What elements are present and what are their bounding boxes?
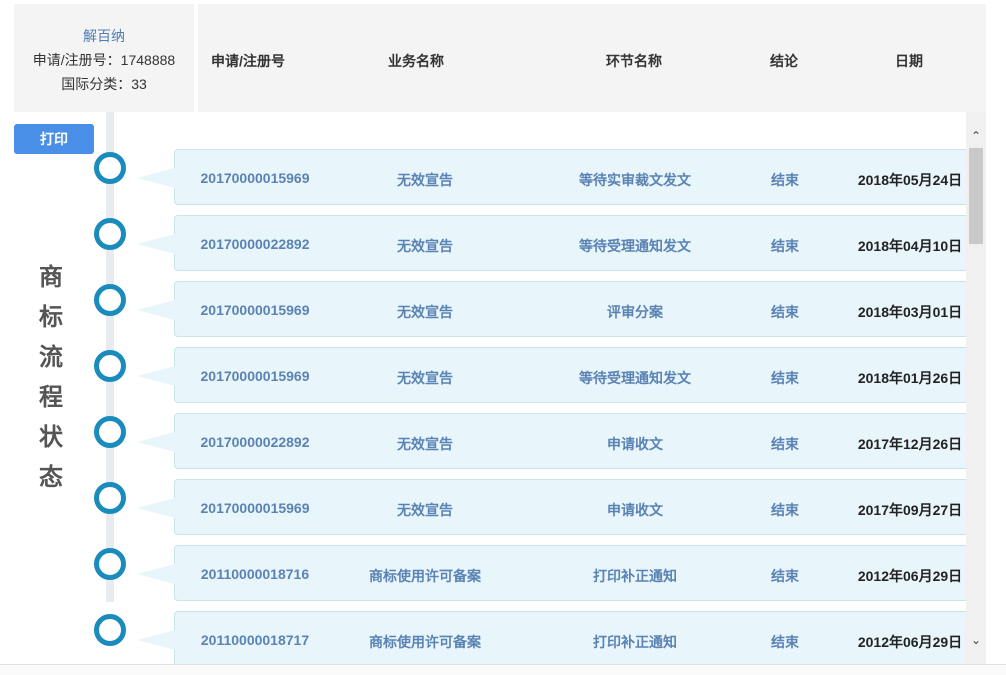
row-result: 结束 <box>771 370 799 386</box>
row-result: 结束 <box>771 436 799 452</box>
row-business: 商标使用许可备案 <box>369 634 481 650</box>
row-result: 结束 <box>771 568 799 584</box>
header-stage-name: 环节名称 <box>606 53 662 69</box>
row-date: 2012年06月29日 <box>857 634 963 650</box>
header-date: 日期 <box>895 53 923 69</box>
list-item[interactable]: 20170000022892 无效宣告 等待受理通知发文 结束 2018年04月… <box>137 215 966 271</box>
row-business: 无效宣告 <box>397 304 453 320</box>
row-stage: 评审分案 <box>607 304 663 320</box>
header-business-name: 业务名称 <box>388 53 444 69</box>
row-reg-number: 20110000018716 <box>200 566 310 582</box>
row-stage: 等待实审裁文发文 <box>579 172 691 188</box>
row-business: 商标使用许可备案 <box>369 568 481 584</box>
row-date: 2018年01月26日 <box>857 370 963 386</box>
row-result: 结束 <box>771 172 799 188</box>
scrollbar-thumb[interactable] <box>969 148 983 244</box>
row-date: 2012年06月29日 <box>857 568 963 584</box>
side-title-char: 状 <box>39 424 63 451</box>
row-stage: 打印补正通知 <box>593 568 677 584</box>
list-item[interactable]: 20170000015969 无效宣告 等待实审裁文发文 结束 2018年05月… <box>137 149 966 205</box>
row-reg-number: 20110000018717 <box>200 632 310 648</box>
print-button[interactable]: 打印 <box>14 124 94 154</box>
list-item[interactable]: 20170000015969 无效宣告 等待受理通知发文 结束 2018年01月… <box>137 347 966 403</box>
row-date: 2017年12月26日 <box>857 436 963 452</box>
row-business: 无效宣告 <box>397 238 453 254</box>
list-item[interactable]: 20170000022892 无效宣告 申请收文 结束 2017年12月26日 <box>137 413 966 469</box>
registration-number: 申请/注册号：1748888 <box>32 52 176 68</box>
side-title-char: 标 <box>39 304 63 331</box>
row-business: 无效宣告 <box>397 172 453 188</box>
table-header: 申请/注册号 业务名称 环节名称 结论 日期 <box>198 4 986 112</box>
row-business: 无效宣告 <box>397 502 453 518</box>
list-item[interactable]: 20110000018716 商标使用许可备案 打印补正通知 结束 2012年0… <box>137 545 966 601</box>
trademark-name: 解百纳 <box>83 28 125 44</box>
row-date: 2018年05月24日 <box>857 172 963 188</box>
side-title-char: 流 <box>39 344 63 371</box>
row-result: 结束 <box>771 304 799 320</box>
side-title: 商 标 流 程 状 态 <box>36 258 66 498</box>
row-date: 2018年04月10日 <box>857 238 963 254</box>
header-reg-number: 申请/注册号 <box>211 53 285 69</box>
row-stage: 等待受理通知发文 <box>579 370 691 386</box>
international-class: 国际分类：33 <box>61 76 147 92</box>
status-list[interactable]: 20170000015969 无效宣告 等待实审裁文发文 结束 2018年05月… <box>114 112 966 664</box>
row-result: 结束 <box>771 238 799 254</box>
chevron-down-icon[interactable]: ⌄ <box>966 630 986 650</box>
row-business: 无效宣告 <box>397 370 453 386</box>
bottom-divider <box>0 664 1006 675</box>
chevron-up-icon[interactable]: ⌃ <box>966 126 986 146</box>
list-item[interactable]: 20170000015969 无效宣告 申请收文 结束 2017年09月27日 <box>137 479 966 535</box>
row-reg-number: 20170000015969 <box>200 170 310 186</box>
row-reg-number: 20170000022892 <box>200 236 310 252</box>
trademark-info-box: 解百纳 申请/注册号：1748888 国际分类：33 <box>14 4 194 112</box>
row-result: 结束 <box>771 634 799 650</box>
side-title-char: 程 <box>39 384 63 411</box>
vertical-scrollbar[interactable]: ⌃ ⌄ <box>966 112 986 664</box>
list-item[interactable]: 20110000018717 商标使用许可备案 打印补正通知 结束 2012年0… <box>137 611 966 664</box>
row-stage: 打印补正通知 <box>593 634 677 650</box>
row-stage: 申请收文 <box>607 436 663 452</box>
side-title-char: 态 <box>39 464 63 491</box>
row-reg-number: 20170000015969 <box>200 500 310 516</box>
row-reg-number: 20170000022892 <box>200 434 310 450</box>
row-stage: 申请收文 <box>607 502 663 518</box>
row-date: 2018年03月01日 <box>857 304 963 320</box>
header-result: 结论 <box>770 53 798 69</box>
row-result: 结束 <box>771 502 799 518</box>
row-stage: 等待受理通知发文 <box>579 238 691 254</box>
side-title-char: 商 <box>39 264 63 291</box>
row-date: 2017年09月27日 <box>857 502 963 518</box>
row-reg-number: 20170000015969 <box>200 368 310 384</box>
list-item[interactable]: 20170000015969 无效宣告 评审分案 结束 2018年03月01日 <box>137 281 966 337</box>
row-reg-number: 20170000015969 <box>200 302 310 318</box>
row-business: 无效宣告 <box>397 436 453 452</box>
